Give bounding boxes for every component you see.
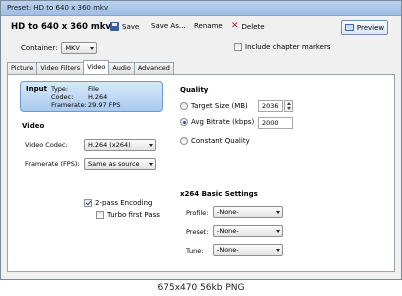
turbo-first-pass-label: Turbo first Pass [107, 211, 160, 219]
container-value: MKV [65, 44, 80, 52]
target-size-radio[interactable] [180, 102, 188, 110]
source-framerate-label: Framerate: [51, 101, 87, 109]
turbo-first-pass-option[interactable]: Turbo first Pass [96, 211, 160, 219]
floppy-disk-icon [110, 22, 119, 31]
save-button[interactable]: Save [110, 22, 139, 31]
rename-label: Rename [194, 22, 223, 30]
framerate-dropdown[interactable]: Same as source [84, 158, 156, 170]
preset-window: Preset: HD to 640 x 360 mkv HD to 640 x … [0, 0, 402, 280]
delete-button[interactable]: ✕ Delete [231, 22, 265, 31]
source-framerate-value: 29.97 FPS [88, 101, 121, 109]
tab-video[interactable]: Video [83, 60, 110, 74]
tab-video-filters[interactable]: Video Filters [36, 62, 85, 74]
avg-bitrate-option[interactable]: Avg Bitrate (kbps) [180, 118, 254, 126]
container-label: Container: [21, 44, 58, 52]
source-type-value: File [88, 85, 99, 93]
input-heading: Input [26, 85, 47, 93]
constant-quality-option[interactable]: Constant Quality [180, 137, 250, 145]
save-as-label: Save As... [151, 22, 186, 30]
tab-picture[interactable]: Picture [7, 62, 38, 74]
window-title: Preset: HD to 640 x 360 mkv [7, 4, 109, 12]
image-info-caption: 675x470 56kb PNG [0, 280, 402, 296]
video-section-heading: Video [22, 122, 45, 130]
profile-label: Profile: [186, 209, 209, 217]
target-size-spinner[interactable] [284, 100, 293, 112]
preset-value: -None- [217, 227, 239, 235]
video-tab-panel: Input Type: File Codec: H.264 Framerate:… [7, 74, 395, 272]
container-row: Container: MKV [21, 42, 98, 54]
two-pass-checkbox[interactable] [84, 199, 92, 207]
video-codec-dropdown[interactable]: H.264 (x264) [84, 139, 156, 151]
chevron-down-icon [276, 248, 280, 252]
video-codec-value: H.264 (x264) [88, 141, 131, 149]
tab-bar: Picture Video Filters Video Audio Advanc… [7, 60, 174, 74]
tab-advanced[interactable]: Advanced [133, 62, 174, 74]
chevron-down-icon [276, 229, 280, 233]
target-size-input[interactable]: 2036 [258, 100, 283, 112]
profile-dropdown[interactable]: -None- [213, 206, 283, 218]
target-size-label: Target Size (MB) [191, 102, 248, 110]
constant-quality-radio[interactable] [180, 137, 188, 145]
save-as-button[interactable]: Save As... [151, 22, 186, 30]
tune-label: Tune: [186, 247, 204, 255]
source-codec-label: Codec: [51, 93, 74, 101]
chapter-markers-checkbox[interactable] [234, 43, 242, 51]
chapter-markers-label: Include chapter markers [245, 43, 331, 51]
turbo-first-pass-checkbox[interactable] [96, 211, 104, 219]
delete-label: Delete [241, 22, 265, 31]
target-size-option[interactable]: Target Size (MB) [180, 102, 248, 110]
constant-quality-label: Constant Quality [191, 137, 250, 145]
two-pass-option[interactable]: 2-pass Encoding [84, 199, 153, 207]
framerate-value: Same as source [88, 160, 140, 168]
tune-dropdown[interactable]: -None- [213, 244, 283, 256]
source-codec-row: Codec: H.264 [51, 93, 107, 101]
x264-section-heading: x264 Basic Settings [180, 190, 258, 198]
source-info-box: Input Type: File Codec: H.264 Framerate:… [20, 81, 163, 112]
source-framerate-row: Framerate: 29.97 FPS [51, 101, 120, 109]
chevron-down-icon [276, 210, 280, 214]
tune-value: -None- [217, 246, 239, 254]
chevron-down-icon [149, 143, 153, 147]
preview-window-icon [344, 24, 354, 31]
avg-bitrate-input[interactable]: 2000 [258, 117, 293, 129]
framerate-label: Framerate (FPS): [25, 160, 80, 168]
two-pass-label: 2-pass Encoding [95, 199, 153, 207]
avg-bitrate-label: Avg Bitrate (kbps) [191, 118, 255, 126]
chevron-down-icon [149, 162, 153, 166]
avg-bitrate-radio[interactable] [180, 118, 188, 126]
video-codec-label: Video Codec: [25, 141, 68, 149]
container-dropdown[interactable]: MKV [61, 42, 98, 54]
chevron-down-icon [90, 46, 95, 50]
toolbar: HD to 640 x 360 mkv Save Save As... Rena… [1, 16, 401, 40]
preview-button[interactable]: Preview [341, 20, 388, 35]
rename-button[interactable]: Rename [194, 22, 223, 30]
quality-section-heading: Quality [180, 86, 209, 94]
preset-name-heading: HD to 640 x 360 mkv [11, 22, 111, 32]
source-type-row: Type: File [51, 85, 99, 93]
preview-label: Preview [356, 23, 385, 32]
chapter-markers-option[interactable]: Include chapter markers [234, 43, 331, 51]
preset-dropdown[interactable]: -None- [213, 225, 283, 237]
preset-label: Preset: [186, 228, 209, 236]
red-x-icon: ✕ [231, 21, 239, 31]
save-label: Save [122, 22, 140, 31]
title-bar: Preset: HD to 640 x 360 mkv [1, 1, 401, 16]
source-type-label: Type: [51, 85, 69, 93]
profile-value: -None- [217, 208, 239, 216]
source-codec-value: H.264 [88, 93, 108, 101]
tab-audio[interactable]: Audio [108, 62, 135, 74]
